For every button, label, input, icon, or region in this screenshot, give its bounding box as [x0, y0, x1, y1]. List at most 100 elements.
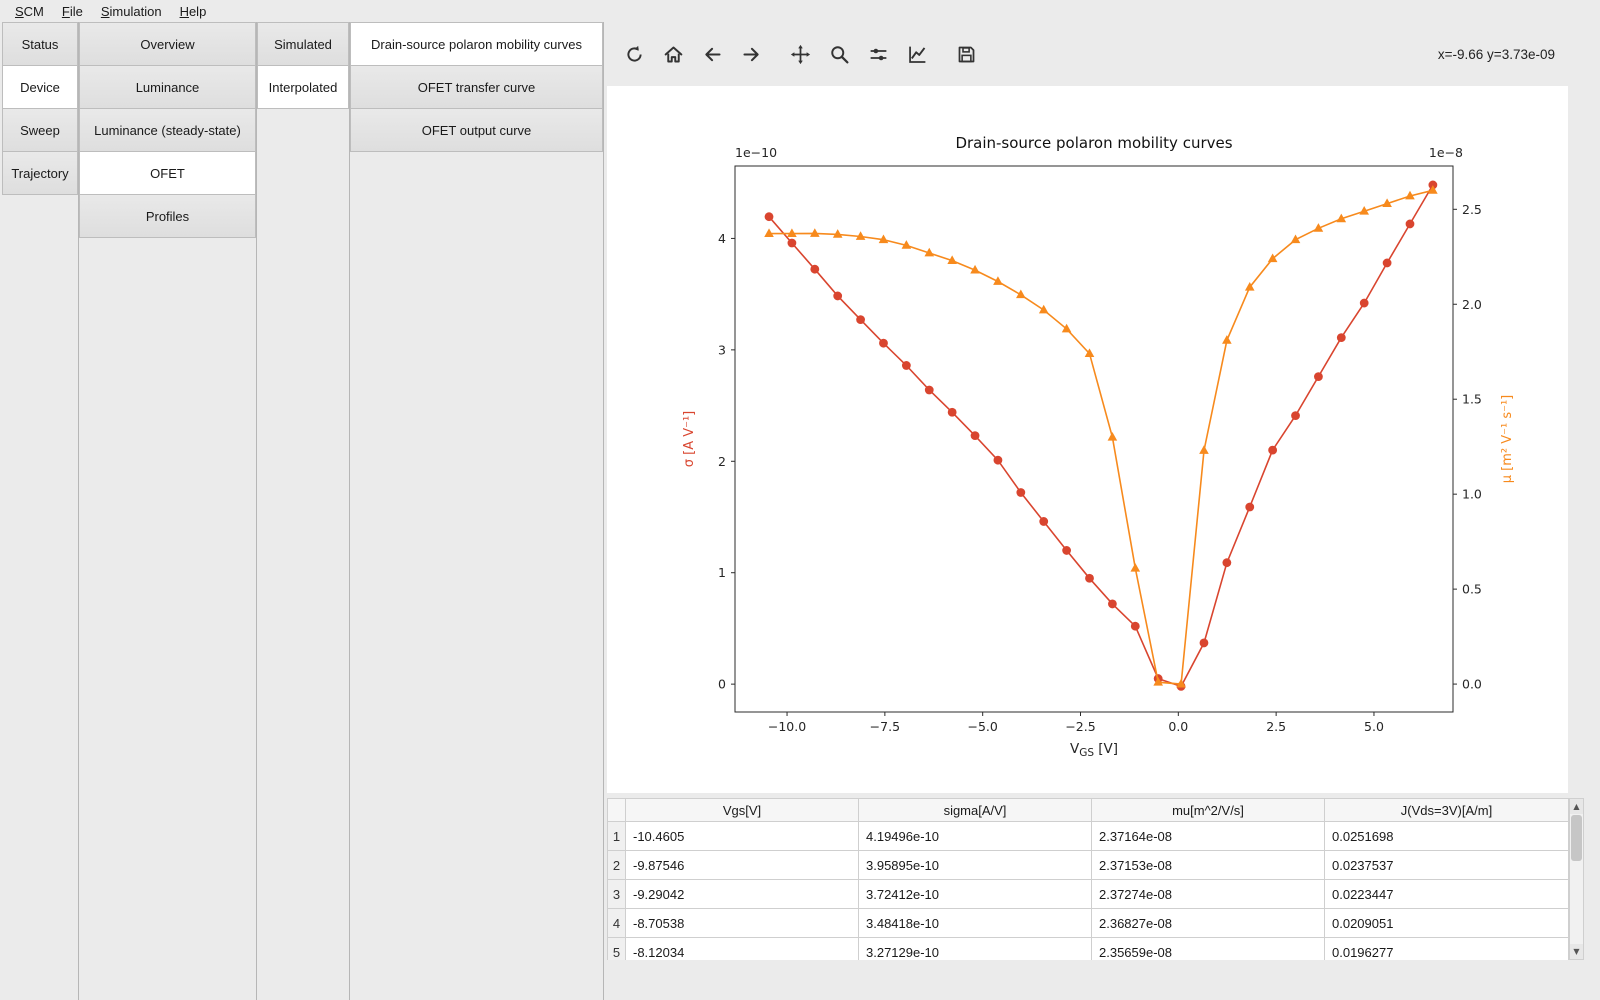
svg-text:μ [m² V⁻¹ s⁻¹]: μ [m² V⁻¹ s⁻¹] [1500, 395, 1515, 484]
column-header-mu-m-2-v-s[interactable]: mu[m^2/V/s] [1092, 799, 1325, 822]
menu-item-file[interactable]: File [53, 2, 92, 21]
nav-item-drain-source-polaron-mobility-curves[interactable]: Drain-source polaron mobility curves [350, 22, 603, 66]
corner-header [608, 799, 626, 822]
menu-item-scm[interactable]: SCM [6, 2, 53, 21]
back-button[interactable] [697, 39, 727, 69]
cursor-coordinates: x=-9.66 y=3.73e-09 [1438, 47, 1555, 62]
content: StatusDeviceSweepTrajectoryOverviewLumin… [0, 22, 1600, 1000]
table-row: 3-9.290423.72412e-102.37274e-080.0223447 [608, 880, 1569, 909]
svg-text:1: 1 [718, 565, 726, 580]
column-header-sigma-a-v[interactable]: sigma[A/V] [859, 799, 1092, 822]
table-row: 2-9.875463.95895e-102.37153e-080.0237537 [608, 851, 1569, 880]
table-cell[interactable]: 3.95895e-10 [859, 851, 1092, 880]
home-button[interactable] [658, 39, 688, 69]
nav-column-categories: OverviewLuminanceLuminance (steady-state… [79, 22, 257, 1000]
svg-text:0: 0 [718, 677, 726, 692]
column-header-j-vds-3v-a-m[interactable]: J(Vds=3V)[A/m] [1325, 799, 1569, 822]
scrollbar-thumb[interactable] [1571, 815, 1582, 861]
main-area: x=-9.66 y=3.73e-09 Drain-source polaron … [604, 22, 1600, 1000]
table-cell[interactable]: 3.48418e-10 [859, 909, 1092, 938]
table-header-row: Vgs[V]sigma[A/V]mu[m^2/V/s]J(Vds=3V)[A/m… [608, 799, 1569, 822]
table-cell[interactable]: -8.70538 [626, 909, 859, 938]
nav-item-interpolated[interactable]: Interpolated [257, 65, 349, 109]
mobility-chart[interactable]: Drain-source polaron mobility curves 1e−1… [607, 86, 1568, 793]
nav-column-sections: StatusDeviceSweepTrajectory [2, 22, 79, 1000]
svg-text:0.5: 0.5 [1462, 582, 1482, 597]
save-button[interactable] [951, 39, 981, 69]
svg-text:1e−10: 1e−10 [735, 145, 777, 160]
svg-text:2.5: 2.5 [1462, 202, 1482, 217]
svg-text:2.5: 2.5 [1266, 719, 1286, 734]
back-icon [702, 44, 723, 65]
sliders-button[interactable] [863, 39, 893, 69]
svg-text:σ [A V⁻¹]: σ [A V⁻¹] [682, 411, 697, 468]
table-cell[interactable]: 0.0196277 [1325, 938, 1569, 961]
forward-button[interactable] [736, 39, 766, 69]
scrollbar-down-button[interactable]: ▼ [1570, 944, 1583, 959]
nav-item-ofet-output-curve[interactable]: OFET output curve [350, 108, 603, 152]
menu-item-help[interactable]: Help [171, 2, 216, 21]
nav-item-status[interactable]: Status [2, 22, 78, 66]
svg-text:1.5: 1.5 [1462, 392, 1482, 407]
table-cell[interactable]: 0.0223447 [1325, 880, 1569, 909]
pan-button[interactable] [785, 39, 815, 69]
nav-column-datasets: SimulatedInterpolated [257, 22, 350, 1000]
svg-text:−2.5: −2.5 [1065, 719, 1095, 734]
nav-item-ofet[interactable]: OFET [79, 151, 256, 195]
row-number[interactable]: 5 [608, 938, 626, 961]
refresh-button[interactable] [619, 39, 649, 69]
data-table: Vgs[V]sigma[A/V]mu[m^2/V/s]J(Vds=3V)[A/m… [607, 798, 1569, 960]
row-number[interactable]: 2 [608, 851, 626, 880]
sliders-icon [868, 44, 889, 65]
table-cell[interactable]: 4.19496e-10 [859, 822, 1092, 851]
save-icon [956, 44, 977, 65]
menu-item-simulation[interactable]: Simulation [92, 2, 171, 21]
plot-options-button[interactable] [902, 39, 932, 69]
table-cell[interactable]: 2.37153e-08 [1092, 851, 1325, 880]
nav-item-profiles[interactable]: Profiles [79, 194, 256, 238]
table-cell[interactable]: 0.0251698 [1325, 822, 1569, 851]
column-header-vgs-v[interactable]: Vgs[V] [626, 799, 859, 822]
row-number[interactable]: 1 [608, 822, 626, 851]
nav-item-simulated[interactable]: Simulated [257, 22, 349, 66]
table-cell[interactable]: 2.37164e-08 [1092, 822, 1325, 851]
home-icon [663, 44, 684, 65]
table-cell[interactable]: 2.35659e-08 [1092, 938, 1325, 961]
row-number[interactable]: 4 [608, 909, 626, 938]
svg-text:2.0: 2.0 [1462, 297, 1482, 312]
table-row: 4-8.705383.48418e-102.36827e-080.0209051 [608, 909, 1569, 938]
svg-text:Drain-source polaron mobility: Drain-source polaron mobility curves [955, 134, 1232, 152]
table-scrollbar[interactable]: ▲ ▼ [1569, 798, 1584, 960]
svg-text:1.0: 1.0 [1462, 487, 1482, 502]
nav-item-trajectory[interactable]: Trajectory [2, 151, 78, 195]
scrollbar-up-button[interactable]: ▲ [1570, 799, 1583, 814]
table-cell[interactable]: 0.0237537 [1325, 851, 1569, 880]
nav-item-luminance-steady-state[interactable]: Luminance (steady-state) [79, 108, 256, 152]
nav-item-overview[interactable]: Overview [79, 22, 256, 66]
table-cell[interactable]: 0.0209051 [1325, 909, 1569, 938]
zoom-icon [829, 44, 850, 65]
zoom-button[interactable] [824, 39, 854, 69]
pan-icon [790, 44, 811, 65]
svg-text:4: 4 [718, 231, 726, 246]
table-cell[interactable]: -8.12034 [626, 938, 859, 961]
nav-item-sweep[interactable]: Sweep [2, 108, 78, 152]
table-row: 5-8.120343.27129e-102.35659e-080.0196277 [608, 938, 1569, 961]
table-cell[interactable]: 2.36827e-08 [1092, 909, 1325, 938]
table-cell[interactable]: -9.29042 [626, 880, 859, 909]
table-cell[interactable]: -10.4605 [626, 822, 859, 851]
table-cell[interactable]: 3.27129e-10 [859, 938, 1092, 961]
nav-item-device[interactable]: Device [2, 65, 78, 109]
svg-text:1e−8: 1e−8 [1429, 145, 1463, 160]
table-cell[interactable]: 3.72412e-10 [859, 880, 1092, 909]
row-number[interactable]: 3 [608, 880, 626, 909]
scrollbar-track[interactable] [1570, 814, 1583, 944]
svg-text:VGS [V]: VGS [V] [1070, 741, 1118, 759]
table-cell[interactable]: 2.37274e-08 [1092, 880, 1325, 909]
svg-text:−5.0: −5.0 [968, 719, 998, 734]
svg-text:3: 3 [718, 342, 726, 357]
table-cell[interactable]: -9.87546 [626, 851, 859, 880]
nav-item-luminance[interactable]: Luminance [79, 65, 256, 109]
nav-item-ofet-transfer-curve[interactable]: OFET transfer curve [350, 65, 603, 109]
down-arrow-icon: ▼ [1573, 947, 1579, 956]
